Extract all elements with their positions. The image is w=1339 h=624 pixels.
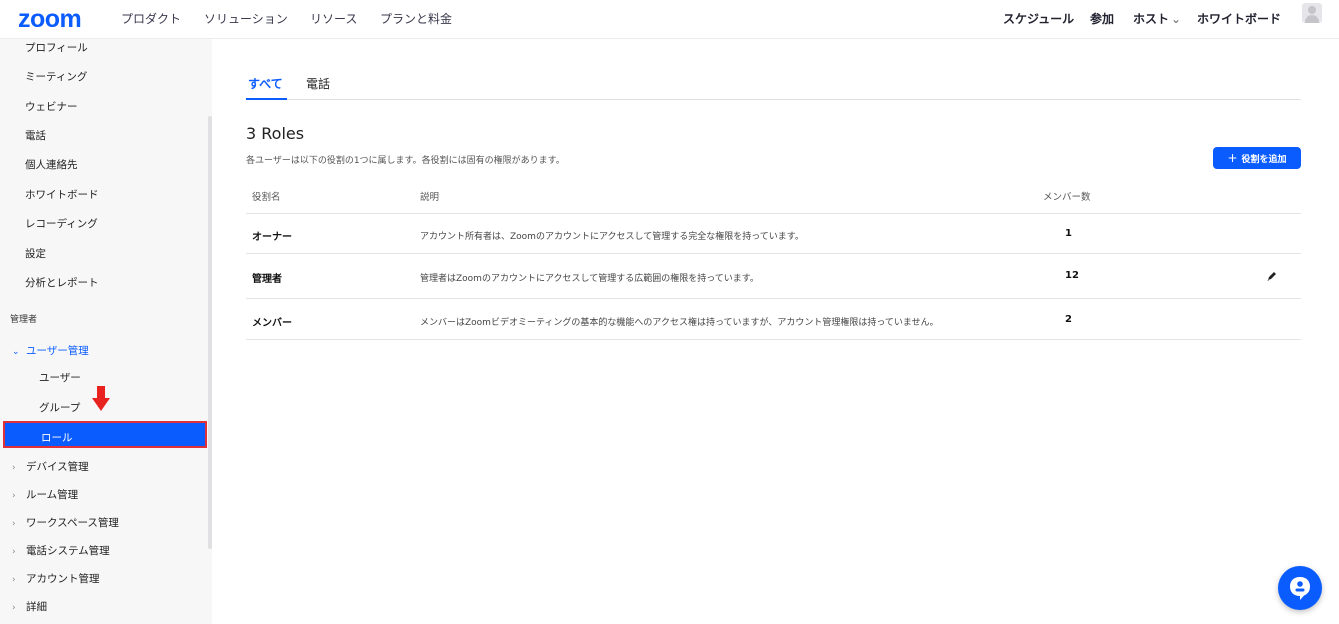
- chevron-down-icon: ⌄: [12, 347, 20, 357]
- member-count: 1: [1065, 228, 1072, 239]
- sidebar-item-meetings[interactable]: ミーティング: [25, 69, 87, 84]
- nav-schedule[interactable]: スケジュール: [1003, 10, 1074, 27]
- sidebar-group-label: ルーム管理: [26, 489, 79, 501]
- sidebar-group-account-management[interactable]: › アカウント管理: [12, 571, 100, 586]
- nav-resources[interactable]: リソース: [310, 10, 357, 27]
- member-count: 2: [1065, 314, 1072, 325]
- admin-heading: 管理者: [10, 315, 38, 325]
- sidebar-group-room-management[interactable]: › ルーム管理: [12, 487, 78, 502]
- sidebar-group-label: ワークスペース管理: [26, 517, 119, 529]
- sidebar-group-workspace-management[interactable]: › ワークスペース管理: [12, 515, 119, 530]
- sidebar: プロフィール ミーティング ウェビナー 電話 個人連絡先 ホワイトボード レコー…: [0, 39, 212, 624]
- role-description: アカウント所有者は、Zoomのアカウントにアクセスして管理する完全な権限を持って…: [420, 232, 804, 242]
- tab-phone[interactable]: 電話: [306, 75, 330, 92]
- table-divider: [246, 339, 1301, 340]
- member-count: 12: [1065, 270, 1079, 281]
- nav-host[interactable]: ホスト ⌄: [1133, 10, 1181, 27]
- chat-bot-icon: [1290, 577, 1310, 600]
- sidebar-item-whiteboard[interactable]: ホワイトボード: [25, 187, 99, 202]
- sidebar-scrollbar[interactable]: [208, 116, 212, 549]
- sidebar-item-contacts[interactable]: 個人連絡先: [25, 157, 78, 172]
- sidebar-group-label: ユーザー管理: [26, 345, 89, 357]
- table-divider: [246, 298, 1301, 299]
- chevron-right-icon: ›: [12, 547, 16, 557]
- sidebar-group-label: デバイス管理: [26, 461, 89, 473]
- chevron-right-icon: ›: [12, 519, 16, 529]
- nav-join[interactable]: 参加: [1090, 10, 1114, 27]
- zoom-logo[interactable]: zoom: [18, 5, 82, 34]
- sidebar-item-reports[interactable]: 分析とレポート: [25, 275, 99, 290]
- sidebar-item-settings[interactable]: 設定: [25, 246, 46, 261]
- role-name-owner[interactable]: オーナー: [252, 228, 292, 243]
- table-divider: [246, 213, 1301, 214]
- sidebar-item-webinars[interactable]: ウェビナー: [25, 99, 78, 114]
- sidebar-item-recordings[interactable]: レコーディング: [25, 216, 98, 231]
- add-role-button-label: 役割を追加: [1241, 154, 1287, 165]
- plus-icon: +: [1227, 151, 1238, 165]
- column-header-member-count: メンバー数: [1043, 192, 1091, 203]
- page-subtitle: 各ユーザーは以下の役割の1つに属します。各役割には固有の権限があります。: [246, 156, 565, 166]
- add-role-button[interactable]: + 役割を追加: [1213, 147, 1301, 169]
- sidebar-item-phone[interactable]: 電話: [25, 128, 46, 143]
- role-name-member[interactable]: メンバー: [252, 314, 292, 329]
- column-header-role-name: 役割名: [252, 192, 281, 203]
- chat-bot-button[interactable]: [1278, 566, 1322, 610]
- nav-plans-pricing[interactable]: プランと料金: [380, 10, 452, 27]
- sidebar-group-phone-system-management[interactable]: › 電話システム管理: [12, 543, 110, 558]
- nav-host-label: ホスト: [1133, 12, 1170, 26]
- chevron-right-icon: ›: [12, 463, 16, 473]
- role-description: メンバーはZoomビデオミーティングの基本的な機能へのアクセス権は持っていますが…: [420, 318, 939, 328]
- active-tab-indicator: [246, 98, 287, 100]
- sidebar-item-users[interactable]: ユーザー: [39, 370, 81, 385]
- sidebar-group-label: アカウント管理: [26, 573, 100, 585]
- table-divider: [246, 253, 1301, 254]
- chevron-down-icon: ⌄: [1171, 12, 1182, 26]
- sidebar-group-label: 電話システム管理: [26, 545, 110, 557]
- role-name-admin[interactable]: 管理者: [252, 270, 282, 285]
- chevron-right-icon: ›: [12, 491, 16, 501]
- chevron-right-icon: ›: [12, 603, 16, 613]
- sidebar-group-label: 詳細: [26, 601, 47, 613]
- role-description: 管理者はZoomのアカウントにアクセスして管理する広範囲の権限を持っています。: [420, 274, 759, 284]
- pencil-icon[interactable]: [1266, 270, 1278, 282]
- sidebar-group-device-management[interactable]: › デバイス管理: [12, 459, 89, 474]
- sidebar-item-profile[interactable]: プロフィール: [25, 40, 88, 55]
- sidebar-group-user-management[interactable]: ⌄ ユーザー管理: [12, 343, 89, 358]
- top-navigation: zoom プロダクト ソリューション リソース プランと料金 スケジュール 参加…: [0, 0, 1339, 39]
- red-down-arrow-icon: [92, 386, 110, 411]
- tab-all[interactable]: すべて: [248, 75, 283, 92]
- user-avatar-icon[interactable]: [1302, 3, 1322, 23]
- column-header-description: 説明: [420, 192, 440, 203]
- tabs-divider: [246, 99, 1301, 100]
- sidebar-item-roles[interactable]: ロール: [3, 421, 207, 448]
- sidebar-item-label: ロール: [41, 432, 73, 444]
- nav-products[interactable]: プロダクト: [121, 10, 181, 27]
- sidebar-item-groups[interactable]: グループ: [39, 400, 80, 415]
- sidebar-group-advanced[interactable]: › 詳細: [12, 599, 47, 614]
- nav-whiteboard[interactable]: ホワイトボード: [1197, 10, 1281, 27]
- page-title: 3 Roles: [246, 124, 305, 143]
- chevron-right-icon: ›: [12, 575, 16, 585]
- nav-solutions[interactable]: ソリューション: [204, 10, 288, 27]
